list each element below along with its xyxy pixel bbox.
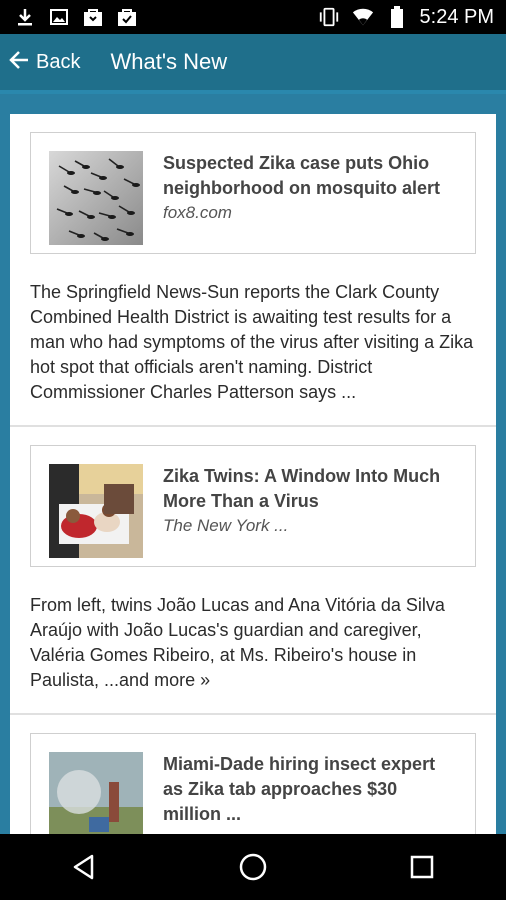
article-summary: The Springfield News-Sun reports the Cla… xyxy=(30,282,474,402)
twins-photo-thumbnail xyxy=(49,464,143,558)
article-summary: From left, twins João Lucas and Ana Vitó… xyxy=(30,595,445,690)
wifi-icon xyxy=(352,6,374,28)
article-headline: Suspected Zika case puts Ohio neighborho… xyxy=(163,153,440,198)
system-nav-bar xyxy=(0,834,506,900)
back-nav-button[interactable] xyxy=(64,847,104,887)
article-headline: Miami-Dade hiring insect expert as Zika … xyxy=(163,754,436,824)
back-label: Back xyxy=(36,50,81,73)
home-nav-button[interactable] xyxy=(233,847,273,887)
back-arrow-icon xyxy=(8,49,30,76)
image-icon xyxy=(48,6,70,28)
download-icon xyxy=(14,6,36,28)
article-source: fox8.com xyxy=(163,203,232,222)
spraying-photo-thumbnail xyxy=(49,752,143,834)
battery-icon xyxy=(386,6,408,28)
page-title: What's New xyxy=(110,49,228,74)
vibrate-icon xyxy=(318,6,340,28)
clock: 5:24 PM xyxy=(419,5,494,28)
list-item: Suspected Zika case puts Ohio neighborho… xyxy=(10,114,496,427)
article-source: The New York ... xyxy=(163,516,289,535)
bag-check-icon xyxy=(116,6,138,28)
list-item: Zika Twins: A Window Into Much More Than… xyxy=(10,427,496,715)
recents-nav-button[interactable] xyxy=(402,847,442,887)
article-headline: Zika Twins: A Window Into Much More Than… xyxy=(163,466,441,511)
app-bar: Back What's New xyxy=(0,34,506,94)
back-button[interactable]: Back xyxy=(0,49,80,76)
triangle-back-icon xyxy=(74,854,94,880)
article-card[interactable]: Miami-Dade hiring insect expert as Zika … xyxy=(30,733,476,834)
square-recents-icon xyxy=(410,855,433,879)
article-card[interactable]: Zika Twins: A Window Into Much More Than… xyxy=(30,445,476,567)
bag-icon xyxy=(82,6,104,28)
list-item: Miami-Dade hiring insect expert as Zika … xyxy=(10,715,496,834)
mosquito-thumbnail xyxy=(49,151,143,245)
status-bar: 5:24 PM xyxy=(0,0,506,34)
article-card[interactable]: Suspected Zika case puts Ohio neighborho… xyxy=(30,132,476,254)
news-list[interactable]: Suspected Zika case puts Ohio neighborho… xyxy=(10,114,496,834)
home-circle-icon xyxy=(239,853,267,881)
